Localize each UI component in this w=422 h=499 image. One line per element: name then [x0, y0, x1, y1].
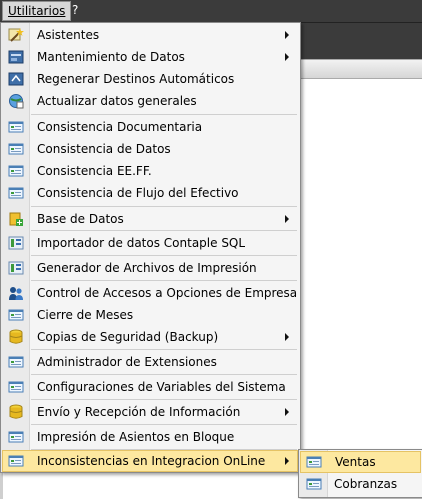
- inconsistencias-submenu: Ventas Cobranzas: [298, 449, 422, 498]
- utilitarios-dropdown-menu: Asistentes Mantenimiento de Datos Regene…: [0, 22, 301, 473]
- menu-item-label: Generador de Archivos de Impresión: [37, 261, 257, 275]
- import-table-icon: [8, 236, 24, 250]
- menu-item-actualizar-datos[interactable]: Actualizar datos generales: [2, 90, 298, 112]
- menu-separator: [31, 424, 297, 425]
- submenu-item-cobranzas[interactable]: Cobranzas: [300, 473, 421, 495]
- menu-item-label: Actualizar datos generales: [37, 94, 197, 108]
- form-window-icon: [8, 309, 24, 321]
- menu-item-label: Regenerar Destinos Automáticos: [37, 72, 235, 86]
- form-window-icon: [8, 165, 24, 177]
- menu-item-label: Importador de datos Contaple SQL: [37, 236, 246, 250]
- menu-item-label: Consistencia de Datos: [37, 142, 171, 156]
- menu-item-label: Envío y Recepción de Información: [37, 405, 241, 419]
- menu-item-label: Copias de Seguridad (Backup): [37, 330, 219, 344]
- form-window-icon: [8, 381, 24, 393]
- menu-separator: [31, 114, 297, 115]
- menu-item-label: Configuraciones de Variables del Sistema: [37, 380, 286, 394]
- menu-item-consistencia-flujo-efectivo[interactable]: Consistencia de Flujo del Efectivo: [2, 182, 298, 204]
- submenu-item-label: Ventas: [335, 455, 376, 469]
- form-window-icon: [8, 187, 24, 199]
- menu-item-control-accesos[interactable]: Control de Accesos a Opciones de Empresa: [2, 282, 298, 304]
- database-icon: [9, 329, 23, 344]
- import-table-icon: [8, 261, 24, 275]
- form-window-icon: [8, 431, 24, 443]
- submenu-item-ventas[interactable]: Ventas: [300, 451, 421, 473]
- users-icon: [9, 287, 23, 300]
- menu-item-cierre-de-meses[interactable]: Cierre de Meses: [2, 304, 298, 326]
- menu-item-label: Inconsistencias en Integracion OnLine: [37, 454, 266, 468]
- menu-item-regenerar-destinos[interactable]: Regenerar Destinos Automáticos: [2, 68, 298, 90]
- menu-item-base-de-datos[interactable]: Base de Datos: [2, 208, 298, 230]
- menu-separator: [31, 206, 297, 207]
- menu-item-envio-recepcion[interactable]: Envío y Recepción de Información: [2, 401, 298, 423]
- submenu-arrow-icon: [285, 215, 289, 223]
- form-window-icon: [8, 121, 24, 133]
- menu-item-consistencia-documentaria[interactable]: Consistencia Documentaria: [2, 116, 298, 138]
- menu-separator: [31, 399, 297, 400]
- database-icon: [9, 404, 23, 419]
- menu-item-consistencia-de-datos[interactable]: Consistencia de Datos: [2, 138, 298, 160]
- regenerate-icon: [8, 72, 24, 86]
- menu-bar: Utilitarios ?: [0, 0, 422, 23]
- menu-item-asistentes[interactable]: Asistentes: [2, 24, 298, 46]
- menu-separator: [31, 230, 297, 231]
- form-window-icon: [8, 143, 24, 155]
- menu-item-label: Consistencia Documentaria: [37, 120, 203, 134]
- menu-item-mantenimiento-de-datos[interactable]: Mantenimiento de Datos: [2, 46, 298, 68]
- globe-update-icon: [9, 94, 24, 109]
- form-window-icon: [306, 478, 322, 490]
- menu-item-configuraciones-variables[interactable]: Configuraciones de Variables del Sistema: [2, 376, 298, 398]
- menu-separator: [31, 349, 297, 350]
- submenu-arrow-icon: [285, 457, 289, 465]
- submenu-arrow-icon: [285, 31, 289, 39]
- submenu-arrow-icon: [285, 408, 289, 416]
- menu-item-administrador-extensiones[interactable]: Administrador de Extensiones: [2, 351, 298, 373]
- menu-item-label: Administrador de Extensiones: [37, 355, 217, 369]
- form-window-icon: [8, 455, 24, 467]
- menu-utilitarios-label: Utilitarios: [8, 4, 66, 18]
- menu-item-consistencia-eeff[interactable]: Consistencia EE.FF.: [2, 160, 298, 182]
- menu-item-importador-contaple[interactable]: Importador de datos Contaple SQL: [2, 232, 298, 254]
- submenu-item-label: Cobranzas: [334, 477, 398, 491]
- menu-item-inconsistencias-integracion[interactable]: Inconsistencias en Integracion OnLine: [2, 450, 298, 472]
- submenu-arrow-icon: [285, 53, 289, 61]
- menu-item-generador-archivos-impresion[interactable]: Generador de Archivos de Impresión: [2, 257, 298, 279]
- menu-help[interactable]: ?: [67, 1, 83, 20]
- form-window-icon: [8, 356, 24, 368]
- menu-separator: [31, 255, 297, 256]
- menu-item-label: Control de Accesos a Opciones de Empresa: [37, 286, 298, 300]
- menu-item-copias-de-seguridad[interactable]: Copias de Seguridad (Backup): [2, 326, 298, 348]
- menu-item-label: Cierre de Meses: [37, 308, 134, 322]
- menu-help-label: ?: [72, 3, 79, 17]
- menu-item-label: Mantenimiento de Datos: [37, 50, 185, 64]
- menu-separator: [31, 374, 297, 375]
- menu-item-label: Asistentes: [37, 28, 100, 42]
- menu-separator: [31, 280, 297, 281]
- menu-utilitarios[interactable]: Utilitarios: [2, 1, 72, 21]
- data-folder-icon: [8, 50, 24, 64]
- menu-item-label: Base de Datos: [37, 212, 124, 226]
- menu-item-impresion-asientos[interactable]: Impresión de Asientos en Bloque: [2, 426, 298, 448]
- menu-item-label: Consistencia EE.FF.: [37, 164, 152, 178]
- submenu-arrow-icon: [285, 333, 289, 341]
- wizard-wand-icon: [8, 28, 24, 42]
- form-window-icon: [306, 456, 322, 468]
- menu-item-label: Consistencia de Flujo del Efectivo: [37, 186, 239, 200]
- database-add-icon: [9, 212, 23, 226]
- menu-item-label: Impresión de Asientos en Bloque: [37, 430, 235, 444]
